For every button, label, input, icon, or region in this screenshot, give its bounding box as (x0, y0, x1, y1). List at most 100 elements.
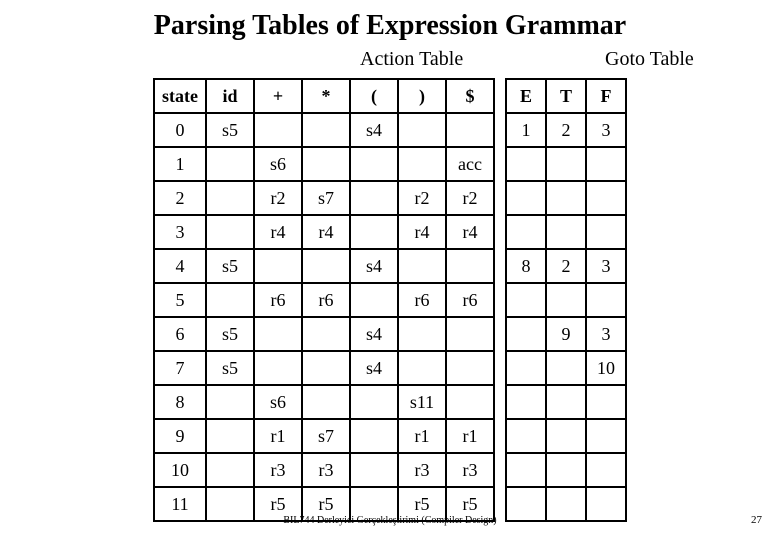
goto-cell (506, 147, 546, 181)
action-cell (350, 419, 398, 453)
action-cell: r2 (446, 181, 494, 215)
action-cell (302, 351, 350, 385)
goto-cell (586, 215, 626, 249)
action-cell (398, 317, 446, 351)
action-cell: s4 (350, 317, 398, 351)
action-cell (254, 351, 302, 385)
action-cell: s7 (302, 419, 350, 453)
state-cell: 10 (154, 453, 206, 487)
action-cell (254, 249, 302, 283)
goto-cell (586, 147, 626, 181)
header-action: $ (446, 79, 494, 113)
column-spacer (494, 79, 506, 113)
header-action: ) (398, 79, 446, 113)
action-cell: s6 (254, 147, 302, 181)
column-spacer (494, 419, 506, 453)
footer-text: BIL744 Derleyici Gerçekleştirimi (Compil… (0, 515, 780, 526)
action-cell (206, 147, 254, 181)
column-spacer (494, 181, 506, 215)
parsing-table: stateid+*()$ETF0s5s41231s6acc2r2s7r2r23r… (153, 78, 627, 522)
table-row: 7s5s410 (154, 351, 626, 385)
action-cell: s4 (350, 351, 398, 385)
action-cell: r6 (446, 283, 494, 317)
goto-cell (506, 215, 546, 249)
table-row: 9r1s7r1r1 (154, 419, 626, 453)
header-goto: E (506, 79, 546, 113)
action-cell: r3 (302, 453, 350, 487)
goto-cell (546, 419, 586, 453)
action-cell (302, 385, 350, 419)
action-cell (350, 453, 398, 487)
goto-cell: 2 (546, 113, 586, 147)
action-cell: r3 (254, 453, 302, 487)
action-cell (446, 249, 494, 283)
action-cell: s5 (206, 249, 254, 283)
header-goto: F (586, 79, 626, 113)
action-cell: s6 (254, 385, 302, 419)
action-cell: s5 (206, 113, 254, 147)
state-cell: 9 (154, 419, 206, 453)
goto-table-label: Goto Table (605, 48, 694, 71)
state-cell: 0 (154, 113, 206, 147)
goto-cell (546, 385, 586, 419)
action-cell: r2 (254, 181, 302, 215)
table-row: 8 s6 s11 (154, 385, 626, 419)
action-cell (302, 317, 350, 351)
action-cell: acc (446, 147, 494, 181)
table-row: 5r6r6r6r6 (154, 283, 626, 317)
goto-cell (546, 215, 586, 249)
action-cell: r1 (446, 419, 494, 453)
action-table-label: Action Table (360, 48, 463, 71)
state-cell: 8 (154, 385, 206, 419)
goto-cell (506, 453, 546, 487)
action-cell (350, 283, 398, 317)
table-row: 10r3r3r3r3 (154, 453, 626, 487)
action-cell: s4 (350, 249, 398, 283)
table-row: 1 s6 acc (154, 147, 626, 181)
goto-cell (546, 181, 586, 215)
goto-cell (506, 317, 546, 351)
action-cell: s5 (206, 351, 254, 385)
action-cell: r3 (398, 453, 446, 487)
state-cell: 1 (154, 147, 206, 181)
goto-cell (586, 453, 626, 487)
goto-cell (506, 419, 546, 453)
goto-cell: 3 (586, 317, 626, 351)
header-goto: T (546, 79, 586, 113)
column-spacer (494, 215, 506, 249)
column-spacer (494, 317, 506, 351)
header-action: + (254, 79, 302, 113)
column-spacer (494, 283, 506, 317)
goto-cell: 3 (586, 249, 626, 283)
column-spacer (494, 385, 506, 419)
goto-cell: 1 (506, 113, 546, 147)
action-cell (206, 419, 254, 453)
goto-cell: 9 (546, 317, 586, 351)
table-row: 0s5s4123 (154, 113, 626, 147)
goto-cell (546, 283, 586, 317)
state-cell: 5 (154, 283, 206, 317)
table-row: 3r4r4r4r4 (154, 215, 626, 249)
column-spacer (494, 351, 506, 385)
goto-cell (546, 453, 586, 487)
state-cell: 3 (154, 215, 206, 249)
action-cell: r6 (398, 283, 446, 317)
action-cell (398, 249, 446, 283)
action-cell: r3 (446, 453, 494, 487)
action-cell: s11 (398, 385, 446, 419)
action-cell (206, 453, 254, 487)
goto-cell (506, 385, 546, 419)
action-cell (206, 283, 254, 317)
header-action: ( (350, 79, 398, 113)
goto-cell (586, 419, 626, 453)
action-cell (206, 181, 254, 215)
action-cell (398, 351, 446, 385)
table-header-row: stateid+*()$ETF (154, 79, 626, 113)
column-spacer (494, 453, 506, 487)
column-spacer (494, 113, 506, 147)
action-cell (206, 215, 254, 249)
action-cell: r4 (398, 215, 446, 249)
action-cell: r6 (302, 283, 350, 317)
action-cell (446, 385, 494, 419)
action-cell: r1 (398, 419, 446, 453)
